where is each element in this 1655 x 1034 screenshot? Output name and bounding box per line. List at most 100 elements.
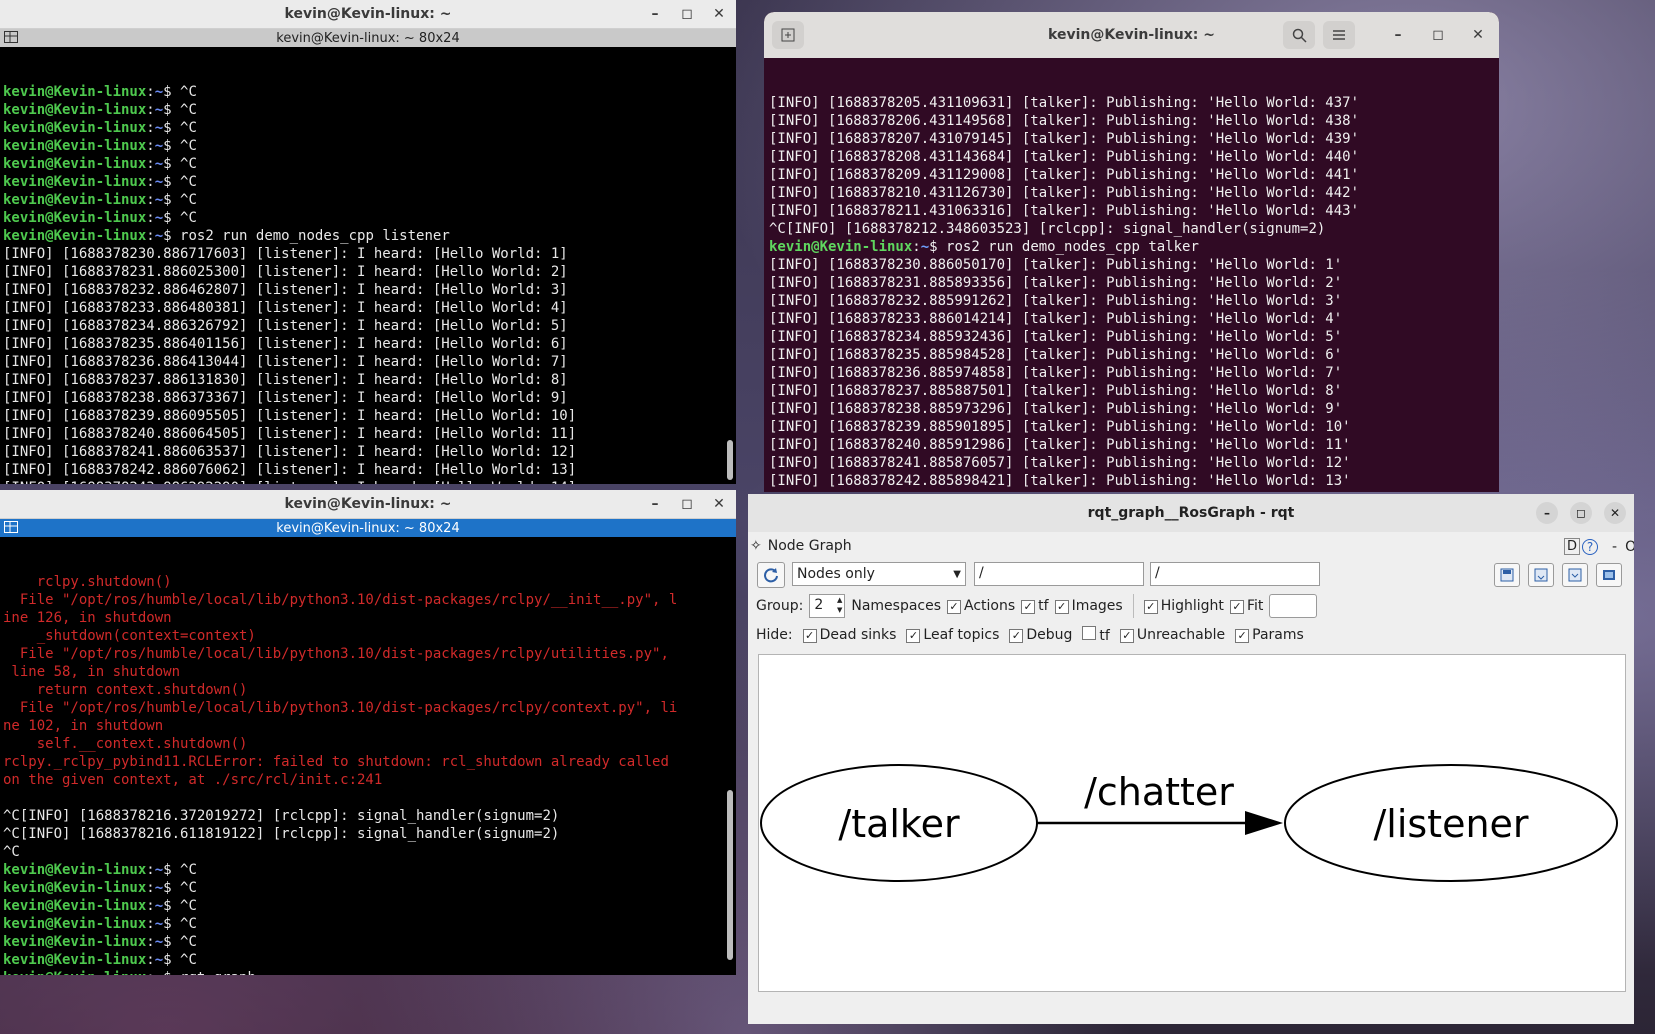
minimize-icon[interactable]: – <box>1536 502 1558 524</box>
leaf-topics-option[interactable]: ✓ Leaf topics <box>906 627 999 643</box>
load-dot-icon[interactable] <box>1494 563 1520 587</box>
save-dot-icon[interactable] <box>1528 563 1554 587</box>
terminal-window-rqt-launcher[interactable]: kevin@Kevin-linux: ~ – ◻ ✕ kevin@Kevin-l… <box>0 490 736 975</box>
command-text: ros2 run demo_nodes_cpp talker <box>946 239 1199 255</box>
prompt-line: kevin@Kevin-linux:~$ ros2 run demo_nodes… <box>3 227 736 245</box>
checkbox[interactable]: ✓ <box>1009 629 1024 643</box>
search-icon[interactable] <box>1283 21 1315 49</box>
scrollbar[interactable] <box>727 790 733 960</box>
group-spinbox[interactable]: 2 ▲ ▼ <box>809 594 846 618</box>
output-line: ^C <box>3 844 20 860</box>
minimize-icon[interactable]: – <box>648 6 662 22</box>
maximize-icon[interactable]: ◻ <box>1431 27 1445 43</box>
dead-sinks-option[interactable]: ✓ Dead sinks <box>802 627 897 643</box>
output-line: [INFO] [1688378235.885984528] [talker]: … <box>769 347 1343 363</box>
new-tab-icon[interactable] <box>772 21 804 49</box>
close-icon[interactable]: ✕ <box>712 6 726 22</box>
checkbox[interactable]: ✓ <box>947 600 962 614</box>
spin-arrows-icon[interactable]: ▲ ▼ <box>837 595 842 615</box>
terminal-tab[interactable]: kevin@Kevin-linux: ~ 80x24 <box>0 519 736 537</box>
prompt-sep: : <box>146 120 155 136</box>
tf-hide-option[interactable]: tf <box>1082 626 1110 644</box>
topic-edge-chatter[interactable]: /chatter <box>1037 770 1283 835</box>
options-row: Group: 2 ▲ ▼ Namespaces ✓ Actions ✓ tf ✓ Ima… <box>756 594 1318 618</box>
error-line: ne 102, in shutdown <box>3 718 164 734</box>
output-line: [INFO] [1688378209.431129008] [talker]: … <box>769 167 1360 183</box>
prompt-dollar: $ <box>163 934 181 950</box>
namespaces-option[interactable]: Namespaces <box>851 598 941 614</box>
terminal-output[interactable]: rclpy.shutdown() File "/opt/ros/humble/l… <box>0 537 736 975</box>
graph-canvas[interactable]: /talker /chatter /listener <box>758 654 1626 992</box>
error-line: return context.shutdown() <box>3 682 248 698</box>
checkbox[interactable]: ✓ <box>1235 629 1250 643</box>
prompt-dollar: $ <box>163 228 181 244</box>
command-text: ^C <box>180 120 197 136</box>
save-image-icon[interactable] <box>1596 563 1622 587</box>
images-option[interactable]: ✓ Images <box>1054 598 1123 614</box>
scrollbar[interactable] <box>727 440 733 480</box>
window-titlebar[interactable]: kevin@Kevin-linux: ~ – ◻ ✕ <box>0 0 736 29</box>
window-titlebar[interactable]: rqt_graph__RosGraph - rqt – ◻ ✕ <box>748 494 1634 532</box>
checkbox[interactable]: ✓ <box>1021 600 1036 614</box>
output-line: ^C[INFO] [1688378212.348603523] [rclcpp]… <box>769 221 1326 237</box>
hamburger-menu-icon[interactable] <box>1323 21 1355 49</box>
help-icon[interactable]: ? <box>1582 538 1599 555</box>
maximize-icon[interactable]: ◻ <box>1570 502 1592 524</box>
actions-option[interactable]: ✓ Actions <box>947 598 1015 614</box>
plugin-close-dash[interactable]: - <box>1612 539 1617 555</box>
prompt-path: ~ <box>154 210 164 226</box>
fit-option[interactable]: ✓ Fit <box>1229 598 1263 614</box>
option-label: Dead sinks <box>819 627 897 643</box>
refresh-icon[interactable] <box>757 562 785 588</box>
terminal-output[interactable]: kevin@Kevin-linux:~$ ^C kevin@Kevin-linux… <box>0 47 736 484</box>
prompt-user: kevin@Kevin-linux <box>3 898 147 914</box>
checkbox[interactable] <box>1082 626 1097 640</box>
rqt-graph-window[interactable]: rqt_graph__RosGraph - rqt – ◻ ✕ ✧ Node G… <box>748 494 1634 1024</box>
prompt-path: ~ <box>154 952 164 968</box>
params-option[interactable]: ✓ Params <box>1235 627 1304 643</box>
close-icon[interactable]: ✕ <box>712 496 726 512</box>
minimize-icon[interactable]: – <box>648 496 662 512</box>
prompt-user: kevin@Kevin-linux <box>3 138 147 154</box>
checkbox[interactable]: ✓ <box>906 629 921 643</box>
terminal-tab[interactable]: kevin@Kevin-linux: ~ 80x24 <box>0 29 736 47</box>
terminal-window-listener[interactable]: kevin@Kevin-linux: ~ – ◻ ✕ kevin@Kevin-l… <box>0 0 736 484</box>
highlight-option[interactable]: ✓ Highlight <box>1143 598 1224 614</box>
plugin-float-button[interactable]: O <box>1625 539 1634 555</box>
maximize-icon[interactable]: ◻ <box>680 496 694 512</box>
maximize-icon[interactable]: ◻ <box>680 6 694 22</box>
checkbox[interactable]: ✓ <box>1119 629 1134 643</box>
unreachable-option[interactable]: ✓ Unreachable <box>1119 627 1225 643</box>
checkbox[interactable]: ✓ <box>1054 600 1069 614</box>
terminal-window-talker[interactable]: kevin@Kevin-linux: ~ – ◻ ✕ [INFO] [16883… <box>764 12 1499 492</box>
namespace-filter-input[interactable]: / <box>974 562 1144 586</box>
tf-option[interactable]: ✓ tf <box>1021 598 1049 614</box>
prompt-dollar: $ <box>163 84 181 100</box>
debug-option[interactable]: ✓ Debug <box>1009 627 1072 643</box>
window-titlebar[interactable]: kevin@Kevin-linux: ~ – ◻ ✕ <box>764 12 1499 58</box>
window-titlebar[interactable]: kevin@Kevin-linux: ~ – ◻ ✕ <box>0 490 736 519</box>
output-line: [INFO] [1688378233.886480381] [listener]… <box>3 300 568 316</box>
node-listener[interactable]: /listener <box>1284 764 1618 882</box>
close-icon[interactable]: ✕ <box>1604 502 1626 524</box>
minimize-icon[interactable]: – <box>1391 27 1405 43</box>
tools-icon[interactable]: ✧ <box>750 538 762 554</box>
prompt-path: ~ <box>154 84 164 100</box>
plugin-d-button[interactable]: D <box>1564 538 1581 555</box>
checkbox[interactable]: ✓ <box>1229 600 1244 614</box>
prompt-sep: : <box>146 862 155 878</box>
save-svg-icon[interactable] <box>1562 563 1588 587</box>
close-icon[interactable]: ✕ <box>1471 27 1485 43</box>
prompt-dollar: $ <box>163 102 181 118</box>
option-label: Actions <box>964 598 1016 614</box>
topic-filter-input[interactable]: / <box>1150 562 1320 586</box>
checkbox[interactable]: ✓ <box>802 629 817 643</box>
node-talker[interactable]: /talker <box>760 764 1038 882</box>
checkbox[interactable]: ✓ <box>1143 600 1158 614</box>
fit-in-view-button[interactable] <box>1269 594 1318 618</box>
prompt-path: ~ <box>920 239 930 255</box>
graph-mode-select[interactable]: Nodes only ▼ <box>792 562 966 586</box>
terminal-output[interactable]: [INFO] [1688378205.431109631] [talker]: … <box>764 58 1499 492</box>
output-line: [INFO] [1688378207.431079145] [talker]: … <box>769 131 1360 147</box>
